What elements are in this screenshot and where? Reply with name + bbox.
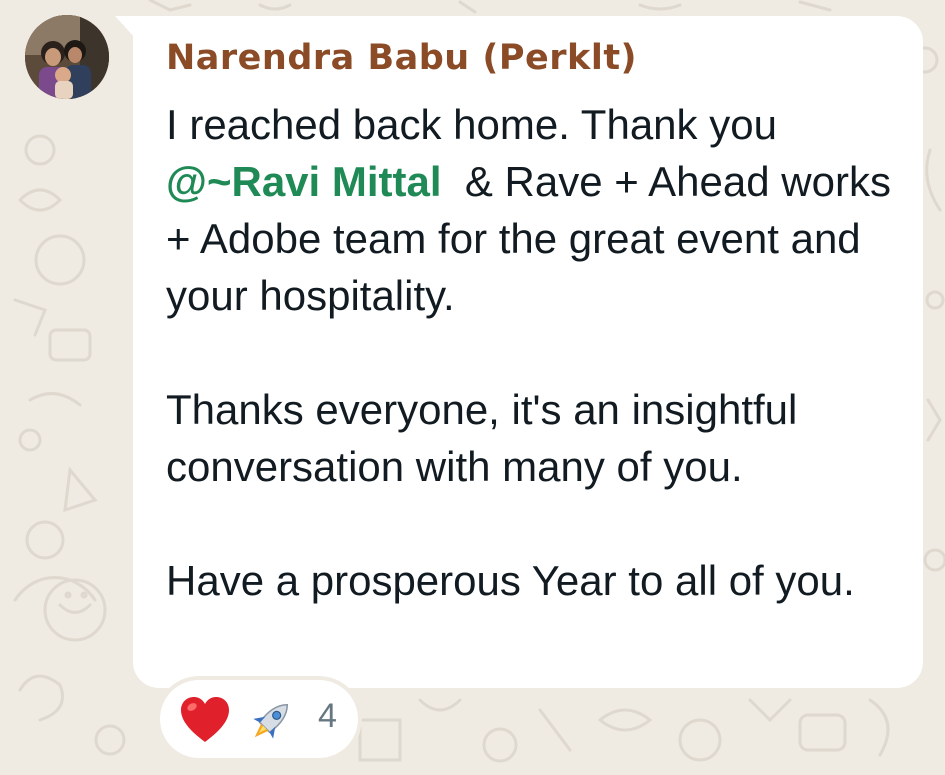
message-paragraph-1: I reached back home. Thank you @~Ravi Mit…: [166, 96, 906, 324]
message-body: I reached back home. Thank you @~Ravi Mit…: [166, 96, 906, 609]
rocket-icon: [253, 703, 289, 739]
reaction-count: 4: [318, 697, 337, 735]
heart-icon: [181, 697, 229, 742]
reactions-pill[interactable]: 4: [160, 680, 358, 758]
message-paragraph-3: Have a prosperous Year to all of you.: [166, 557, 855, 604]
mention-link[interactable]: @~Ravi Mittal: [166, 158, 442, 205]
sender-avatar[interactable]: [25, 15, 109, 99]
avatar-photo-icon: [25, 15, 109, 99]
sender-name[interactable]: Narendra Babu (Perklt): [166, 38, 637, 78]
message-paragraph-2: Thanks everyone, it's an insightful conv…: [166, 386, 798, 490]
message-text-1a: I reached back home. Thank you: [166, 101, 777, 148]
message-bubble[interactable]: Narendra Babu (Perklt) I reached back ho…: [133, 16, 923, 688]
bubble-tail: [115, 16, 135, 38]
